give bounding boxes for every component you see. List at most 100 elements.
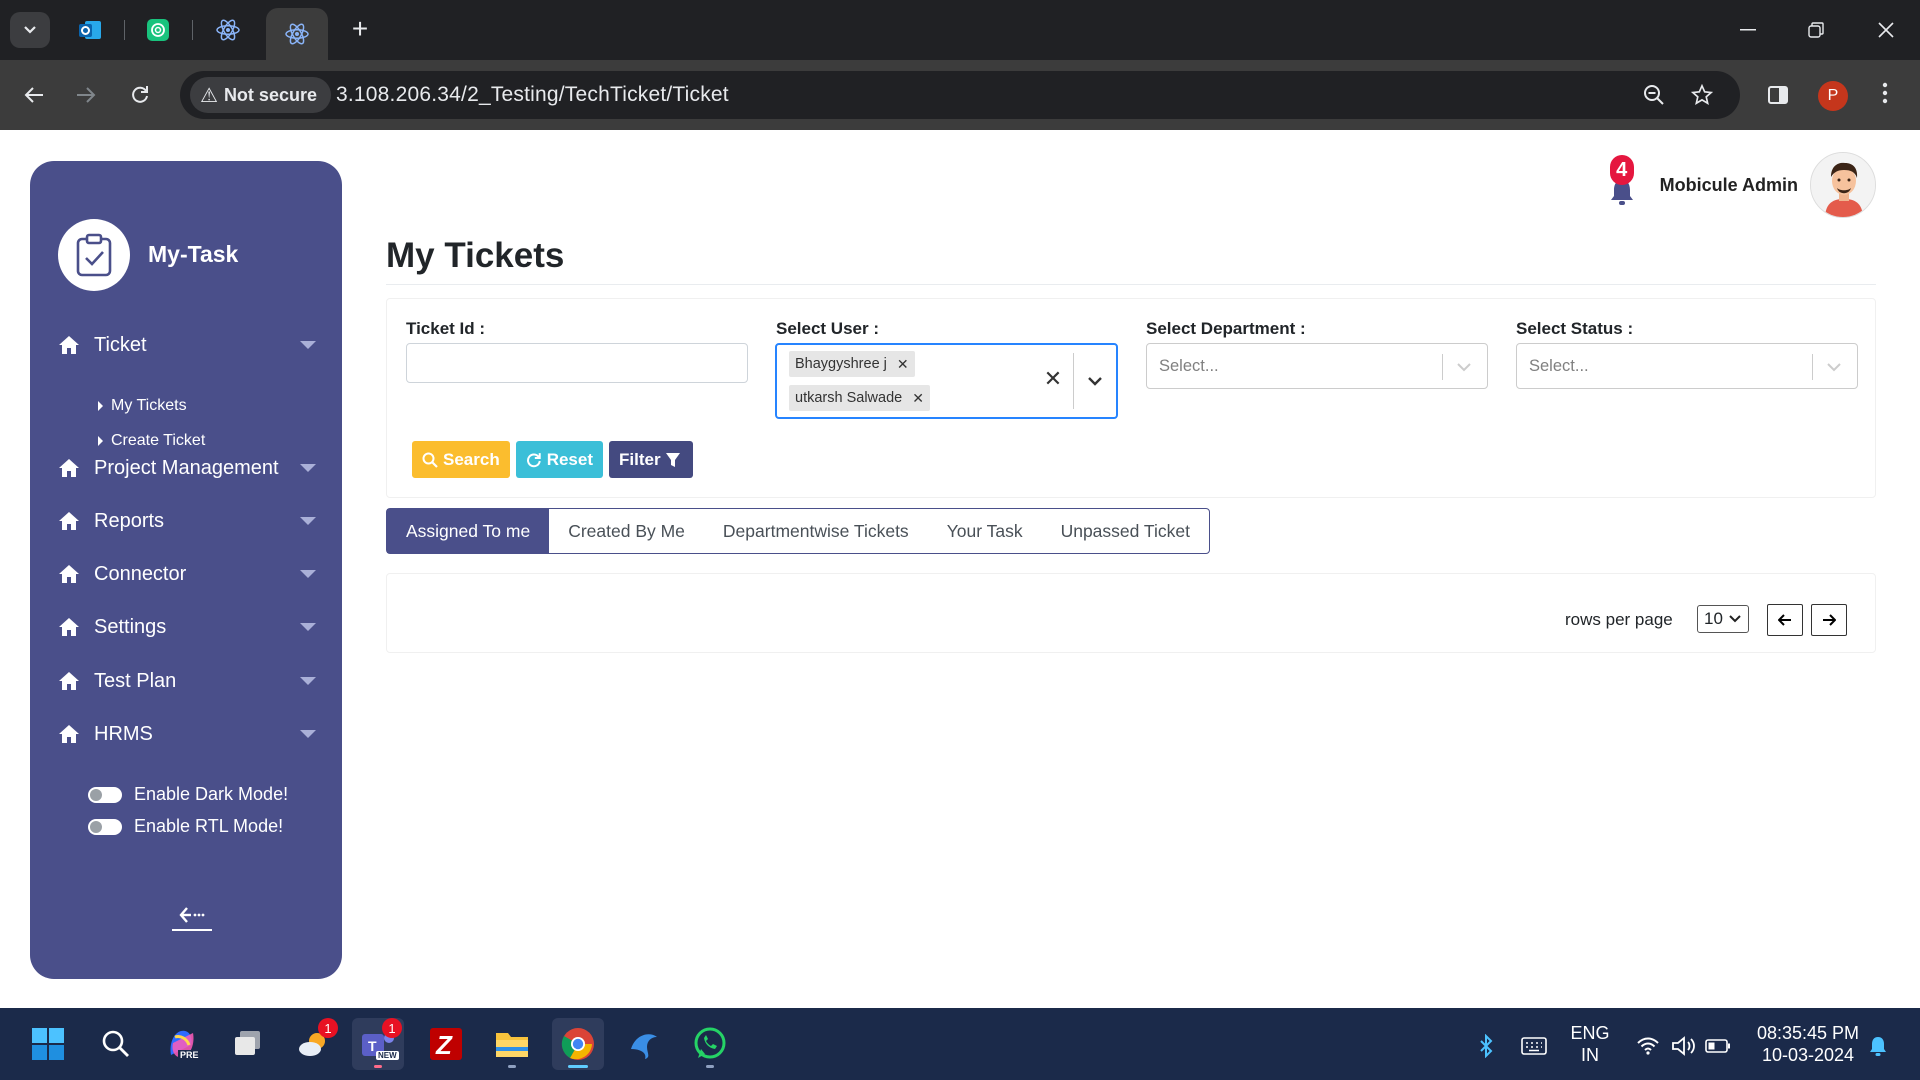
ticket-id-input[interactable] bbox=[406, 343, 748, 383]
forward-button[interactable] bbox=[66, 75, 106, 115]
chevron-down-icon bbox=[1729, 615, 1741, 623]
brand-logo[interactable] bbox=[58, 219, 130, 291]
chip-label: Bhaygyshree j bbox=[795, 356, 887, 372]
sidebar-item-label: Ticket bbox=[94, 333, 147, 356]
user-name[interactable]: Mobicule Admin bbox=[1660, 175, 1798, 196]
url-text[interactable]: 3.108.206.34/2_Testing/TechTicket/Ticket bbox=[336, 83, 729, 107]
tab-outlook[interactable] bbox=[74, 14, 106, 46]
previous-page-button[interactable] bbox=[1767, 604, 1803, 636]
url-path: /2_Testing/TechTicket/Ticket bbox=[461, 83, 729, 106]
select-department-dropdown[interactable]: Select... bbox=[1146, 343, 1488, 389]
brand-name[interactable]: My-Task bbox=[148, 241, 238, 268]
select-status-dropdown[interactable]: Select... bbox=[1516, 343, 1858, 389]
taskbar-task-view[interactable] bbox=[222, 1018, 274, 1070]
bookmark-button[interactable] bbox=[1686, 79, 1718, 111]
sidebar-item-hrms[interactable]: HRMS bbox=[58, 719, 316, 749]
caret-down-icon bbox=[300, 341, 316, 349]
weather-badge: 1 bbox=[318, 1018, 338, 1038]
taskbar-weather[interactable]: 1 bbox=[288, 1018, 340, 1070]
clock[interactable]: 08:35:45 PM 10-03-2024 bbox=[1750, 1022, 1866, 1066]
dropdown-toggle[interactable] bbox=[1823, 354, 1845, 380]
tab-created-by-me[interactable]: Created By Me bbox=[549, 509, 704, 553]
dropdown-toggle[interactable] bbox=[1081, 367, 1109, 395]
tab-react-app-active[interactable] bbox=[266, 8, 328, 60]
select-divider bbox=[1442, 354, 1443, 380]
sidebar-item-settings[interactable]: Settings bbox=[58, 612, 316, 642]
tab-unpassed-ticket[interactable]: Unpassed Ticket bbox=[1042, 509, 1209, 553]
taskbar-chrome[interactable] bbox=[552, 1018, 604, 1070]
dropdown-toggle[interactable] bbox=[1453, 354, 1475, 380]
reset-button[interactable]: Reset bbox=[516, 441, 603, 478]
zoom-button[interactable] bbox=[1638, 79, 1670, 111]
restore-button[interactable] bbox=[1792, 12, 1840, 48]
notifications-button[interactable]: 4 bbox=[1606, 155, 1636, 205]
sidebar-subitem-my-tickets[interactable]: My Tickets bbox=[98, 397, 187, 415]
close-window-button[interactable] bbox=[1862, 12, 1910, 48]
taskbar-app-blue[interactable] bbox=[618, 1018, 670, 1070]
battery-icon[interactable] bbox=[1704, 1032, 1732, 1060]
restore-icon bbox=[1808, 22, 1824, 38]
filter-button[interactable]: Filter bbox=[609, 441, 693, 478]
taskbar-whatsapp[interactable] bbox=[684, 1018, 736, 1070]
language-indicator[interactable]: ENG IN bbox=[1568, 1022, 1612, 1066]
browser-menu-button[interactable] bbox=[1870, 75, 1900, 115]
remove-chip-icon[interactable]: ✕ bbox=[897, 356, 909, 373]
start-button[interactable] bbox=[22, 1018, 74, 1070]
back-button[interactable] bbox=[14, 75, 54, 115]
tab-your-task[interactable]: Your Task bbox=[928, 509, 1042, 553]
dark-mode-toggle[interactable] bbox=[88, 786, 122, 803]
minimize-button[interactable] bbox=[1724, 12, 1772, 48]
chip-label: utkarsh Salwade bbox=[795, 390, 903, 406]
taskbar-search-button[interactable] bbox=[90, 1018, 142, 1070]
rtl-mode-toggle[interactable] bbox=[88, 818, 122, 835]
tab-search-button[interactable] bbox=[10, 12, 50, 48]
taskbar-copilot[interactable]: PRE bbox=[156, 1018, 208, 1070]
avatar[interactable] bbox=[1810, 152, 1876, 218]
remove-chip-icon[interactable]: ✕ bbox=[912, 390, 924, 407]
wifi-icon[interactable] bbox=[1634, 1032, 1662, 1060]
side-panel-button[interactable] bbox=[1758, 75, 1798, 115]
bluetooth-icon[interactable] bbox=[1472, 1032, 1500, 1060]
copilot-preview-tag: PRE bbox=[178, 1050, 201, 1060]
caret-down-icon bbox=[300, 730, 316, 738]
tab-assigned-to-me[interactable]: Assigned To me bbox=[387, 509, 550, 553]
keyboard-icon[interactable] bbox=[1520, 1032, 1548, 1060]
site-security-chip[interactable]: ⚠ Not secure bbox=[190, 77, 331, 113]
taskbar-filezilla[interactable]: Z bbox=[420, 1018, 472, 1070]
arrow-left-icon bbox=[24, 87, 43, 103]
running-indicator bbox=[706, 1065, 714, 1068]
sidebar-item-ticket[interactable]: Ticket bbox=[58, 330, 316, 360]
tab-chatgpt[interactable] bbox=[142, 14, 174, 46]
arrow-right-icon bbox=[77, 87, 96, 103]
sidebar-item-project-management[interactable]: Project Management bbox=[58, 453, 316, 483]
teams-badge: 1 bbox=[382, 1018, 402, 1038]
address-bar[interactable]: ⚠ Not secure 3.108.206.34/2_Testing/Tech… bbox=[180, 71, 1740, 119]
profile-avatar-button[interactable]: P bbox=[1818, 81, 1848, 111]
sidebar-item-connector[interactable]: Connector bbox=[58, 559, 316, 589]
clear-selection-icon[interactable]: ✕ bbox=[1039, 365, 1067, 393]
volume-icon[interactable] bbox=[1670, 1032, 1698, 1060]
select-user-multiselect[interactable]: Bhaygyshree j ✕ utkarsh Salwade ✕ ✕ bbox=[775, 343, 1118, 419]
new-tab-button[interactable]: + bbox=[344, 14, 376, 46]
filter-button-label: Filter bbox=[619, 449, 661, 469]
sidebar-item-test-plan[interactable]: Test Plan bbox=[58, 666, 316, 696]
volume-icon bbox=[1672, 1036, 1695, 1056]
search-button[interactable]: Search bbox=[412, 441, 510, 478]
caret-down-icon bbox=[300, 570, 316, 578]
sidebar-collapse-button[interactable] bbox=[170, 901, 214, 935]
header-user-area: 4 Mobicule Admin bbox=[1606, 152, 1876, 218]
taskbar-teams[interactable]: T NEW 1 bbox=[352, 1018, 404, 1070]
react-icon bbox=[285, 23, 309, 45]
notification-center-button[interactable] bbox=[1864, 1032, 1892, 1060]
sidebar-item-reports[interactable]: Reports bbox=[58, 506, 316, 536]
chrome-icon bbox=[561, 1028, 594, 1060]
tab-departmentwise-tickets[interactable]: Departmentwise Tickets bbox=[704, 509, 928, 553]
reload-button[interactable] bbox=[120, 75, 160, 115]
arrow-right-icon bbox=[1823, 614, 1836, 626]
tab-react-app[interactable] bbox=[212, 14, 244, 46]
taskbar-file-explorer[interactable] bbox=[486, 1018, 538, 1070]
bluetooth-icon bbox=[1480, 1034, 1493, 1058]
rows-per-page-select[interactable]: 10 bbox=[1697, 605, 1749, 633]
sidebar-subitem-create-ticket[interactable]: Create Ticket bbox=[98, 432, 205, 450]
next-page-button[interactable] bbox=[1811, 604, 1847, 636]
